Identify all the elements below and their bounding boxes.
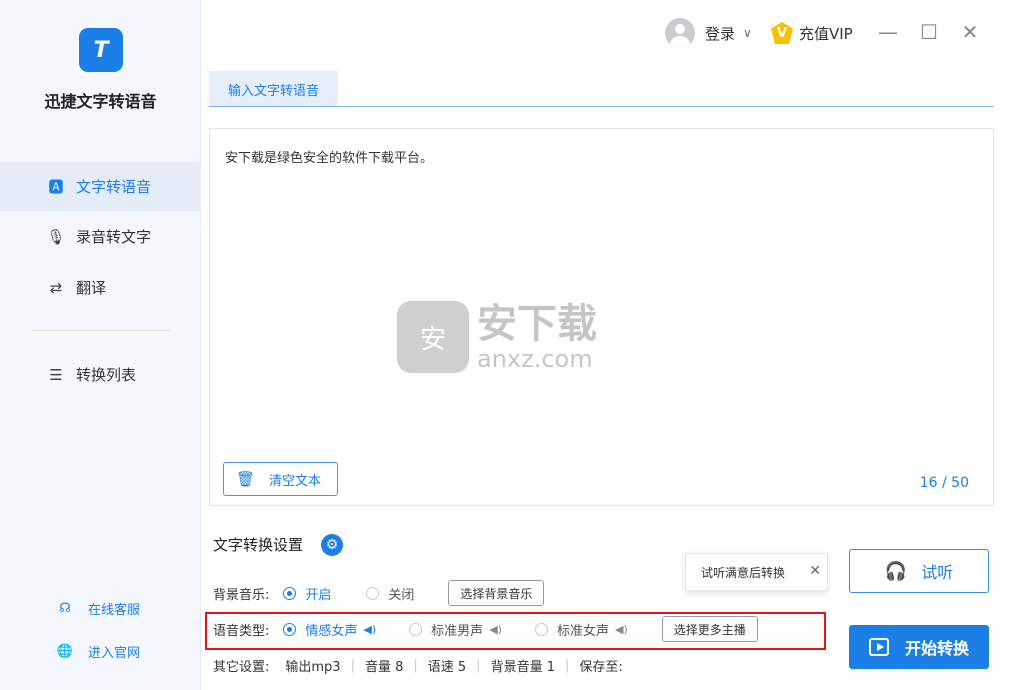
voice-option-label: 标准女声 bbox=[556, 623, 609, 639]
radio-checked-icon bbox=[283, 622, 297, 636]
sidebar-item-label: 录音转文字 bbox=[76, 228, 152, 246]
sidebar-item-text-to-speech[interactable]: 🅰 文字转语音 bbox=[0, 162, 201, 211]
output-format[interactable]: 输出mp3 bbox=[285, 656, 340, 675]
watermark-cn: 安下载 bbox=[477, 301, 597, 347]
listen-tooltip: 试听满意后转换 ✕ bbox=[685, 553, 828, 591]
voice-option-label: 情感女声 bbox=[305, 623, 358, 639]
sidebar-item-record-to-text[interactable]: 🎙 录音转文字 bbox=[0, 212, 201, 261]
bgm-off-radio[interactable]: 关闭 bbox=[366, 584, 414, 603]
watermark-bag-icon: 安 bbox=[397, 301, 469, 373]
tab-text-input[interactable]: 输入文字转语音 bbox=[209, 71, 338, 107]
close-button[interactable]: ✕ bbox=[958, 20, 982, 44]
radio-unchecked-icon bbox=[409, 622, 423, 636]
text-a-icon: 🅰 bbox=[48, 178, 64, 196]
speed-setting[interactable]: 语速 5 bbox=[428, 656, 466, 675]
other-settings-label: 其它设置: bbox=[213, 660, 270, 675]
trash-icon: 🗑 bbox=[236, 470, 256, 488]
tooltip-close-icon[interactable]: ✕ bbox=[809, 563, 821, 579]
online-support-link[interactable]: ☊ 在线客服 bbox=[56, 599, 140, 618]
chevron-down-icon: ∨ bbox=[743, 26, 752, 40]
sidebar-item-conversion-list[interactable]: ☰ 转换列表 bbox=[0, 350, 201, 399]
watermark: 安 安下载 anxz.com bbox=[397, 301, 597, 373]
sidebar-item-label: 转换列表 bbox=[76, 366, 137, 384]
listen-label: 试听 bbox=[921, 563, 954, 582]
microphone-icon: 🎙 bbox=[46, 227, 66, 246]
headset-icon: ☊ bbox=[59, 601, 71, 616]
other-settings-row: 其它设置: 输出mp3 | 音量 8 | 语速 5 | 背景音量 1 | 保存至… bbox=[213, 656, 623, 675]
select-bgm-button[interactable]: 选择背景音乐 bbox=[448, 580, 545, 606]
maximize-button[interactable]: ☐ bbox=[917, 20, 941, 44]
select-more-voices-button[interactable]: 选择更多主播 bbox=[661, 616, 758, 642]
play-icon bbox=[868, 638, 889, 656]
link-label: 进入官网 bbox=[88, 646, 141, 661]
app-logo-icon: T bbox=[79, 28, 123, 72]
clear-text-button[interactable]: 🗑 清空文本 bbox=[223, 462, 338, 496]
headphones-icon: 🎧 bbox=[884, 560, 908, 582]
bgm-off-label: 关闭 bbox=[388, 587, 415, 603]
settings-title: 文字转换设置 bbox=[213, 536, 304, 554]
vip-label: 充值VIP bbox=[799, 24, 853, 43]
radio-checked-icon bbox=[283, 586, 297, 600]
link-label: 在线客服 bbox=[88, 603, 141, 618]
bgm-label: 背景音乐: bbox=[213, 587, 270, 603]
clear-text-label: 清空文本 bbox=[269, 473, 322, 489]
vip-crown-icon: V bbox=[771, 22, 793, 44]
tab-underline bbox=[209, 106, 994, 107]
char-counter: 16 / 50 bbox=[919, 475, 969, 491]
bg-volume-setting[interactable]: 背景音量 1 bbox=[491, 656, 555, 675]
bgm-on-radio[interactable]: 开启 bbox=[283, 584, 331, 603]
minimize-button[interactable]: — bbox=[876, 20, 900, 44]
listen-button[interactable]: 🎧 试听 bbox=[849, 549, 989, 593]
login-label: 登录 bbox=[705, 24, 736, 43]
start-convert-label: 开始转换 bbox=[904, 639, 969, 658]
watermark-en: anxz.com bbox=[477, 345, 593, 373]
app-title: 迅捷文字转语音 bbox=[44, 92, 157, 111]
translate-icon: ⇄ bbox=[49, 278, 63, 297]
gear-icon[interactable]: ⚙ bbox=[321, 534, 343, 556]
radio-unchecked-icon bbox=[534, 622, 548, 636]
voice-type-label: 语音类型: bbox=[213, 623, 270, 639]
speaker-icon[interactable]: ◀) bbox=[363, 623, 376, 636]
globe-icon: 🌐 bbox=[56, 644, 74, 659]
list-icon: ☰ bbox=[49, 365, 63, 384]
bgm-row: 背景音乐: 开启 关闭 选择背景音乐 bbox=[213, 580, 545, 606]
speaker-icon[interactable]: ◀) bbox=[615, 623, 628, 636]
editor-text[interactable]: 安下载是绿色安全的软件下载平台。 bbox=[225, 147, 433, 166]
sidebar: T 迅捷文字转语音 🅰 文字转语音 🎙 录音转文字 ⇄ 翻译 ☰ 转换列表 ☊ … bbox=[0, 0, 201, 690]
vip-button[interactable]: V 充值VIP bbox=[771, 16, 853, 50]
radio-unchecked-icon bbox=[366, 586, 380, 600]
text-editor[interactable]: 安下载是绿色安全的软件下载平台。 安 安下载 anxz.com 🗑 清空文本 1… bbox=[209, 128, 994, 506]
voice-option-standard-female[interactable]: 标准女声 ◀) bbox=[534, 620, 628, 639]
tooltip-text: 试听满意后转换 bbox=[701, 565, 786, 580]
sidebar-divider bbox=[32, 330, 170, 331]
login-button[interactable]: 登录 ∨ bbox=[665, 16, 752, 50]
speaker-icon[interactable]: ◀) bbox=[489, 623, 502, 636]
sidebar-item-translate[interactable]: ⇄ 翻译 bbox=[0, 263, 201, 312]
voice-option-emotional-female[interactable]: 情感女声 ◀) bbox=[283, 620, 376, 639]
sidebar-item-label: 文字转语音 bbox=[76, 178, 152, 196]
sidebar-item-label: 翻译 bbox=[76, 279, 107, 297]
avatar bbox=[665, 18, 695, 48]
start-convert-button[interactable]: 开始转换 bbox=[849, 625, 989, 669]
volume-setting[interactable]: 音量 8 bbox=[365, 656, 403, 675]
voice-option-label: 标准男声 bbox=[431, 623, 484, 639]
save-to-setting[interactable]: 保存至: bbox=[579, 656, 622, 675]
voice-option-standard-male[interactable]: 标准男声 ◀) bbox=[409, 620, 502, 639]
voice-type-row: 语音类型: 情感女声 ◀) 标准男声 ◀) 标准女声 ◀) 选择更多主播 bbox=[213, 616, 758, 642]
official-site-link[interactable]: 🌐 进入官网 bbox=[56, 642, 140, 661]
bgm-on-label: 开启 bbox=[305, 587, 332, 603]
